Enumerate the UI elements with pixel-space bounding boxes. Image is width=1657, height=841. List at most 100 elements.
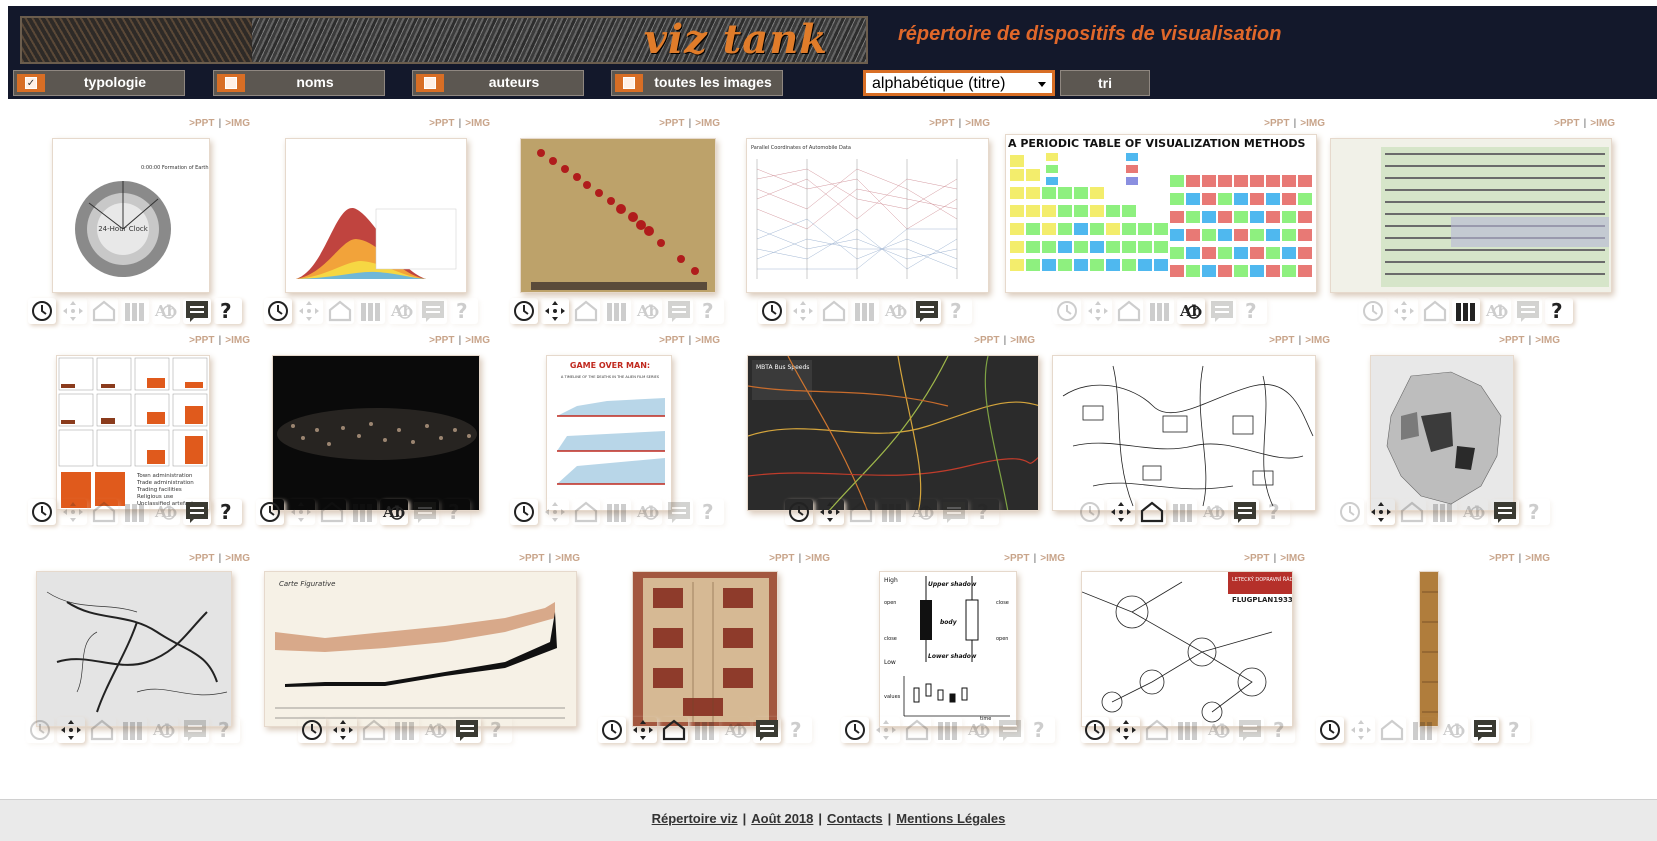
- checkbox-auteurs[interactable]: [416, 74, 444, 92]
- binders-icon[interactable]: [119, 717, 147, 743]
- footer-link-mentions[interactable]: Mentions Légales: [896, 811, 1005, 826]
- viz-thumbnail[interactable]: Carte Figurative: [264, 571, 577, 727]
- clock-icon[interactable]: [841, 717, 869, 743]
- img-link[interactable]: >IMG: [1535, 335, 1560, 346]
- viz-thumbnail[interactable]: [632, 571, 778, 727]
- img-link[interactable]: >IMG: [805, 553, 830, 564]
- ppt-link[interactable]: >PPT: [429, 335, 454, 346]
- move-arrows-icon[interactable]: [59, 298, 87, 324]
- text-magnifier-icon[interactable]: Ab: [882, 298, 910, 324]
- binders-icon[interactable]: [603, 499, 631, 525]
- clock-icon[interactable]: [1076, 499, 1104, 525]
- ppt-link[interactable]: >PPT: [429, 118, 454, 129]
- move-arrows-icon[interactable]: [295, 298, 323, 324]
- text-magnifier-icon[interactable]: Ab: [388, 298, 416, 324]
- binders-icon[interactable]: [1452, 298, 1480, 324]
- text-magnifier-icon[interactable]: Ab: [422, 717, 450, 743]
- speech-bubble-icon[interactable]: [419, 298, 447, 324]
- viz-thumbnail[interactable]: [36, 571, 232, 727]
- text-magnifier-icon[interactable]: Ab: [1200, 499, 1228, 525]
- img-link[interactable]: >IMG: [1010, 335, 1035, 346]
- img-link[interactable]: >IMG: [1300, 118, 1325, 129]
- text-magnifier-icon[interactable]: Ab: [152, 499, 180, 525]
- question-hand-icon[interactable]: ?: [214, 298, 242, 324]
- ppt-link[interactable]: >PPT: [769, 553, 794, 564]
- question-hand-icon[interactable]: ?: [442, 499, 470, 525]
- move-arrows-icon[interactable]: [1367, 499, 1395, 525]
- clock-icon[interactable]: [28, 499, 56, 525]
- question-hand-icon[interactable]: ?: [1239, 298, 1267, 324]
- binders-icon[interactable]: [691, 717, 719, 743]
- clock-icon[interactable]: [1316, 717, 1344, 743]
- house-icon[interactable]: [90, 499, 118, 525]
- speech-bubble-icon[interactable]: [940, 499, 968, 525]
- question-hand-icon[interactable]: ?: [944, 298, 972, 324]
- binders-icon[interactable]: [1409, 717, 1437, 743]
- checkbox-typologie[interactable]: ✓: [17, 74, 45, 92]
- text-magnifier-icon[interactable]: Ab: [1440, 717, 1468, 743]
- binders-icon[interactable]: [349, 499, 377, 525]
- move-arrows-icon[interactable]: [541, 298, 569, 324]
- question-hand-icon[interactable]: ?: [212, 717, 240, 743]
- question-hand-icon[interactable]: ?: [784, 717, 812, 743]
- move-arrows-icon[interactable]: [789, 298, 817, 324]
- text-magnifier-icon[interactable]: Ab: [1460, 499, 1488, 525]
- clock-icon[interactable]: [1336, 499, 1364, 525]
- move-arrows-icon[interactable]: [57, 717, 85, 743]
- img-link[interactable]: >IMG: [225, 118, 250, 129]
- img-link[interactable]: >IMG: [465, 335, 490, 346]
- viz-thumbnail[interactable]: Town administration Trade administration…: [56, 355, 210, 510]
- clock-icon[interactable]: [26, 717, 54, 743]
- img-link[interactable]: >IMG: [465, 118, 490, 129]
- speech-bubble-icon[interactable]: [1471, 717, 1499, 743]
- clock-icon[interactable]: [256, 499, 284, 525]
- speech-bubble-icon[interactable]: [1491, 499, 1519, 525]
- house-icon[interactable]: [847, 499, 875, 525]
- clock-icon[interactable]: [598, 717, 626, 743]
- img-link[interactable]: >IMG: [695, 118, 720, 129]
- filter-auteurs[interactable]: auteurs: [412, 70, 584, 96]
- house-icon[interactable]: [572, 298, 600, 324]
- question-hand-icon[interactable]: ?: [214, 499, 242, 525]
- move-arrows-icon[interactable]: [1084, 298, 1112, 324]
- ppt-link[interactable]: >PPT: [1499, 335, 1524, 346]
- binders-icon[interactable]: [934, 717, 962, 743]
- house-icon[interactable]: [820, 298, 848, 324]
- question-hand-icon[interactable]: ?: [1027, 717, 1055, 743]
- text-magnifier-icon[interactable]: Ab: [722, 717, 750, 743]
- move-arrows-icon[interactable]: [1112, 717, 1140, 743]
- house-icon[interactable]: [1115, 298, 1143, 324]
- viz-thumbnail[interactable]: High Upper shadow body Lower shadow Low …: [879, 571, 1017, 727]
- viz-thumbnail[interactable]: [1052, 355, 1316, 511]
- speech-bubble-icon[interactable]: [453, 717, 481, 743]
- house-icon[interactable]: [1398, 499, 1426, 525]
- speech-bubble-icon[interactable]: [753, 717, 781, 743]
- checkbox-noms[interactable]: [217, 74, 245, 92]
- house-icon[interactable]: [90, 298, 118, 324]
- text-magnifier-icon[interactable]: Ab: [634, 298, 662, 324]
- question-hand-icon[interactable]: ?: [1502, 717, 1530, 743]
- move-arrows-icon[interactable]: [1390, 298, 1418, 324]
- ppt-link[interactable]: >PPT: [659, 335, 684, 346]
- speech-bubble-icon[interactable]: [1208, 298, 1236, 324]
- binders-icon[interactable]: [121, 298, 149, 324]
- question-hand-icon[interactable]: ?: [1262, 499, 1290, 525]
- clock-icon[interactable]: [785, 499, 813, 525]
- ppt-link[interactable]: >PPT: [659, 118, 684, 129]
- clock-icon[interactable]: [1359, 298, 1387, 324]
- img-link[interactable]: >IMG: [225, 335, 250, 346]
- text-magnifier-icon[interactable]: Ab: [965, 717, 993, 743]
- house-icon[interactable]: [1378, 717, 1406, 743]
- binders-icon[interactable]: [121, 499, 149, 525]
- speech-bubble-icon[interactable]: [996, 717, 1024, 743]
- house-icon[interactable]: [903, 717, 931, 743]
- speech-bubble-icon[interactable]: [1514, 298, 1542, 324]
- move-arrows-icon[interactable]: [1347, 717, 1375, 743]
- filter-toutes-images[interactable]: toutes les images: [611, 70, 783, 96]
- question-hand-icon[interactable]: ?: [484, 717, 512, 743]
- clock-icon[interactable]: [28, 298, 56, 324]
- ppt-link[interactable]: >PPT: [189, 553, 214, 564]
- viz-thumbnail[interactable]: [285, 138, 467, 293]
- clock-icon[interactable]: [264, 298, 292, 324]
- text-magnifier-icon[interactable]: Ab: [1205, 717, 1233, 743]
